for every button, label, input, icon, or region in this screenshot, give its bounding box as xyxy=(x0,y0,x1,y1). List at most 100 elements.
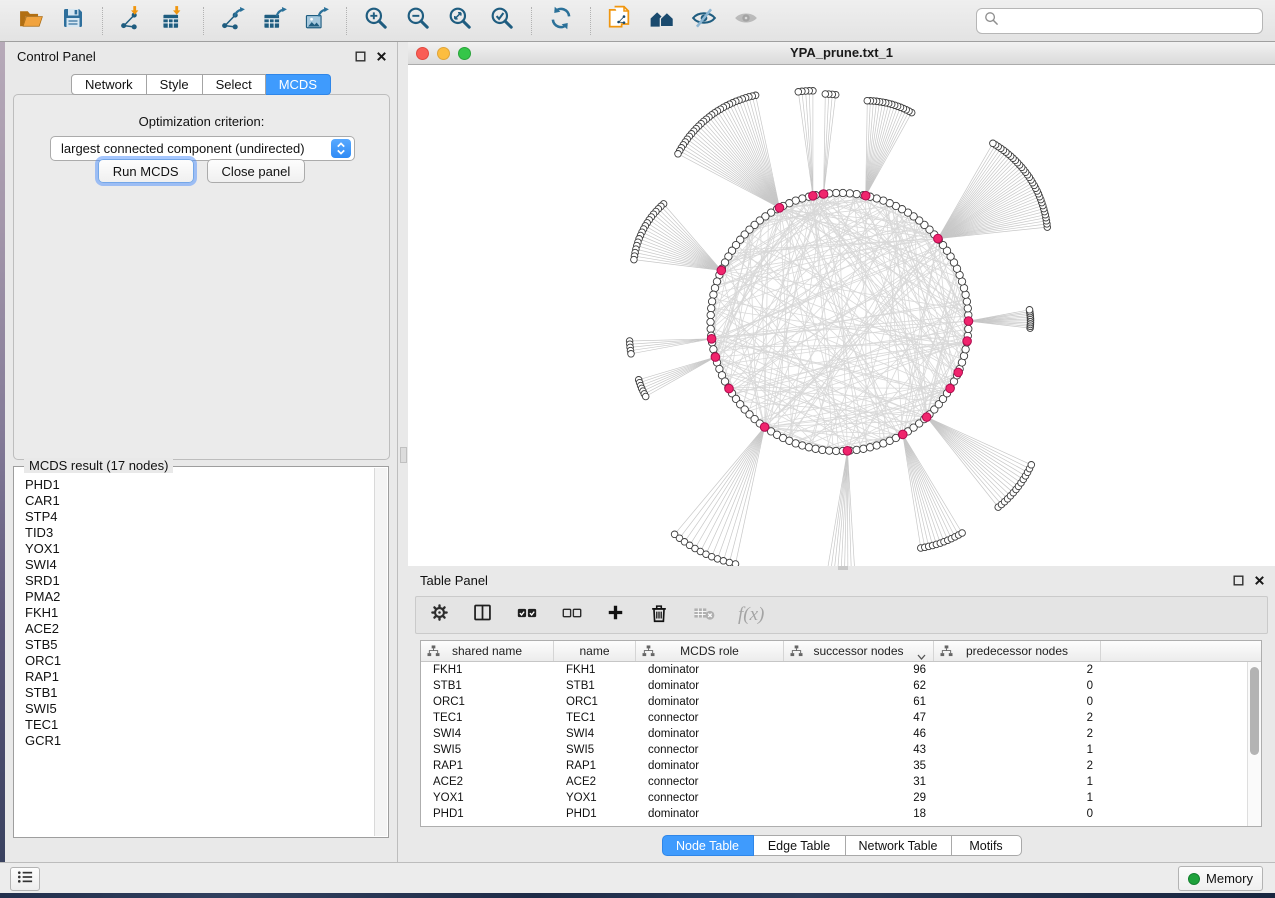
desktop-wallpaper-bottom xyxy=(0,893,1275,898)
table-row[interactable]: YOX1YOX1connector291 xyxy=(421,790,1247,806)
zoom-selected-button[interactable] xyxy=(487,6,517,36)
network-from-selection-icon xyxy=(607,5,633,36)
search-input[interactable] xyxy=(1004,13,1255,30)
result-node[interactable]: YOX1 xyxy=(25,541,374,557)
table-mode-button[interactable] xyxy=(430,603,449,627)
result-node[interactable]: SRD1 xyxy=(25,573,374,589)
result-node[interactable]: FKH1 xyxy=(25,605,374,621)
table-row[interactable]: FKH1FKH1dominator962 xyxy=(421,662,1247,678)
result-node[interactable]: RAP1 xyxy=(25,669,374,685)
cell-successor-nodes: 47 xyxy=(784,712,934,724)
result-node[interactable]: PMA2 xyxy=(25,589,374,605)
select-all-button[interactable] xyxy=(516,602,538,629)
apply-layout-button[interactable] xyxy=(546,6,576,36)
column-header-predecessor-nodes[interactable]: predecessor nodes xyxy=(934,641,1101,661)
table-row[interactable]: TEC1TEC1connector472 xyxy=(421,710,1247,726)
cell-MCDS-role: dominator xyxy=(636,760,784,772)
float-table-panel-icon[interactable] xyxy=(1232,574,1245,587)
table-row[interactable]: ORC1ORC1dominator610 xyxy=(421,694,1247,710)
sort-descending-icon xyxy=(917,649,926,663)
column-header-name[interactable]: name xyxy=(554,641,636,661)
column-label: predecessor nodes xyxy=(966,644,1068,658)
result-list-scrollbar[interactable] xyxy=(374,468,387,836)
hide-selected-button[interactable] xyxy=(689,6,719,36)
cell-shared-name: SWI4 xyxy=(421,728,554,740)
cell-MCDS-role: connector xyxy=(636,776,784,788)
optimization-criterion-select[interactable]: largest connected component (undirected) xyxy=(50,136,355,161)
table-row[interactable]: SWI5SWI5connector431 xyxy=(421,742,1247,758)
vertical-splitter[interactable] xyxy=(399,42,408,862)
column-header-shared-name[interactable]: shared name xyxy=(421,641,554,661)
deselect-all-button[interactable] xyxy=(561,602,583,629)
network-canvas[interactable] xyxy=(408,65,1275,566)
result-node[interactable]: SWI5 xyxy=(25,701,374,717)
column-header-successor-nodes[interactable]: successor nodes xyxy=(784,641,934,661)
float-window-icon[interactable] xyxy=(354,50,367,63)
show-all-button[interactable] xyxy=(731,6,761,36)
cell-name: YOX1 xyxy=(554,792,636,804)
delete-table-icon xyxy=(693,602,715,629)
tab-style[interactable]: Style xyxy=(147,74,203,95)
cell-successor-nodes: 62 xyxy=(784,680,934,692)
table-tabs: Node TableEdge TableNetwork TableMotifs xyxy=(408,835,1275,856)
result-node[interactable]: ACE2 xyxy=(25,621,374,637)
open-file-button[interactable] xyxy=(16,6,46,36)
tab-edge-table[interactable]: Edge Table xyxy=(754,835,846,856)
create-column-button[interactable] xyxy=(606,603,625,627)
import-table-button[interactable] xyxy=(159,6,189,36)
table-row[interactable]: ACE2ACE2connector311 xyxy=(421,774,1247,790)
close-table-panel-icon[interactable] xyxy=(1253,574,1266,587)
cell-name: TEC1 xyxy=(554,712,636,724)
zoom-fit-button[interactable] xyxy=(445,6,475,36)
save-session-button[interactable] xyxy=(58,6,88,36)
splitter-grip[interactable] xyxy=(400,447,407,463)
export-network-button[interactable] xyxy=(218,6,248,36)
tab-network-table[interactable]: Network Table xyxy=(846,835,952,856)
result-node[interactable]: PHD1 xyxy=(25,477,374,493)
tab-node-table[interactable]: Node Table xyxy=(662,835,754,856)
import-network-button[interactable] xyxy=(117,6,147,36)
memory-button[interactable]: Memory xyxy=(1178,866,1263,891)
result-node[interactable]: TID3 xyxy=(25,525,374,541)
column-header-MCDS-role[interactable]: MCDS role xyxy=(636,641,784,661)
table-row[interactable]: RAP1RAP1dominator352 xyxy=(421,758,1247,774)
run-mcds-button[interactable]: Run MCDS xyxy=(98,159,194,183)
first-neighbors-button[interactable] xyxy=(647,6,677,36)
table-row[interactable]: STB1STB1dominator620 xyxy=(421,678,1247,694)
export-image-button[interactable] xyxy=(302,6,332,36)
table-row[interactable]: SWI4SWI4dominator462 xyxy=(421,726,1247,742)
function-builder-button[interactable]: f(x) xyxy=(738,604,764,626)
table-scrollbar-thumb[interactable] xyxy=(1250,667,1259,755)
export-table-button[interactable] xyxy=(260,6,290,36)
task-history-button[interactable] xyxy=(10,867,40,891)
tab-mcds[interactable]: MCDS xyxy=(266,74,331,95)
table-row[interactable]: PHD1PHD1dominator180 xyxy=(421,806,1247,822)
optimization-criterion-label: Optimization criterion: xyxy=(14,114,389,129)
zoom-in-button[interactable] xyxy=(361,6,391,36)
network-from-selection-button[interactable] xyxy=(605,6,635,36)
result-node[interactable]: TEC1 xyxy=(25,717,374,733)
cell-MCDS-role: connector xyxy=(636,744,784,756)
tab-select[interactable]: Select xyxy=(203,74,266,95)
table-scrollbar[interactable] xyxy=(1247,662,1261,826)
result-node[interactable]: SWI4 xyxy=(25,557,374,573)
result-node[interactable]: GCR1 xyxy=(25,733,374,749)
close-panel-button[interactable]: Close panel xyxy=(207,159,306,183)
show-all-icon xyxy=(733,5,759,36)
zoom-out-button[interactable] xyxy=(403,6,433,36)
result-node[interactable]: STB1 xyxy=(25,685,374,701)
close-panel-icon[interactable] xyxy=(375,50,388,63)
import-table-icon xyxy=(161,5,187,36)
tab-motifs[interactable]: Motifs xyxy=(952,835,1022,856)
result-node[interactable]: STP4 xyxy=(25,509,374,525)
tab-network[interactable]: Network xyxy=(71,74,147,95)
result-node[interactable]: ORC1 xyxy=(25,653,374,669)
delete-table-button[interactable] xyxy=(693,602,715,629)
result-node[interactable]: CAR1 xyxy=(25,493,374,509)
result-node[interactable]: STB5 xyxy=(25,637,374,653)
cell-MCDS-role: connector xyxy=(636,712,784,724)
cell-name: STB1 xyxy=(554,680,636,692)
toolbar-separator xyxy=(102,7,103,35)
show-columns-button[interactable] xyxy=(472,602,493,628)
delete-columns-button[interactable] xyxy=(648,602,670,629)
